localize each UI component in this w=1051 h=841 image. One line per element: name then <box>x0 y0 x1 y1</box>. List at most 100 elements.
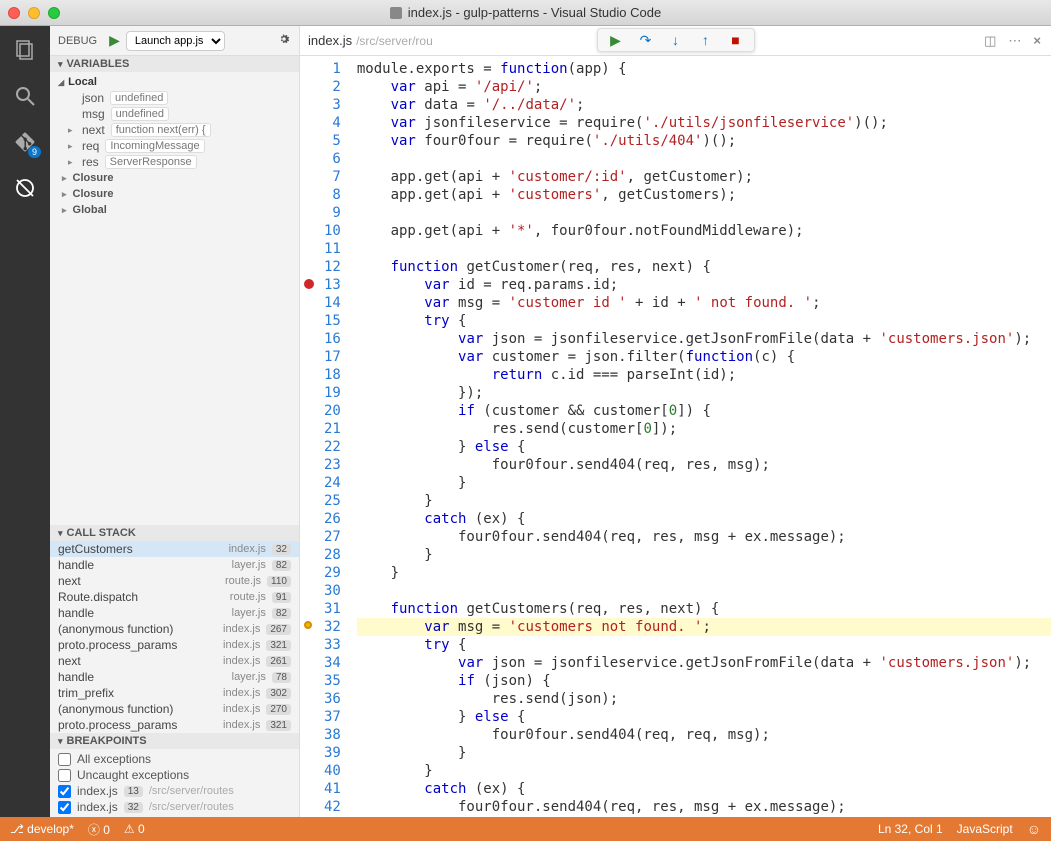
line-number[interactable]: 20 <box>324 402 341 420</box>
code-line[interactable]: function getCustomers(req, res, next) { <box>357 600 1051 618</box>
variable-row[interactable]: msgundefined <box>58 106 299 122</box>
variable-row[interactable]: ▸reqIncomingMessage <box>58 138 299 154</box>
close-window-button[interactable] <box>8 7 20 19</box>
bp-checkbox[interactable] <box>58 785 71 798</box>
callstack-section-header[interactable]: CALL STACK <box>50 525 299 541</box>
code-line[interactable]: var json = jsonfileservice.getJsonFromFi… <box>357 654 1051 672</box>
status-warnings[interactable]: ⚠ 0 <box>124 822 145 836</box>
code-line[interactable]: var msg = 'customer id ' + id + ' not fo… <box>357 294 1051 312</box>
git-icon[interactable]: 9 <box>11 128 39 156</box>
line-number[interactable]: 16 <box>324 330 341 348</box>
code-editor[interactable]: 1234567891011121314151617181920212223242… <box>300 56 1051 817</box>
code-line[interactable] <box>357 204 1051 222</box>
split-editor-icon[interactable]: ◫ <box>984 33 996 49</box>
callstack-frame[interactable]: trim_prefixindex.js302 <box>50 685 299 701</box>
code-line[interactable]: var customer = json.filter(function(c) { <box>357 348 1051 366</box>
variable-row[interactable]: ▸resServerResponse <box>58 154 299 170</box>
language-mode[interactable]: JavaScript <box>957 822 1013 836</box>
code-line[interactable]: res.send(json); <box>357 690 1051 708</box>
line-number[interactable]: 35 <box>324 672 341 690</box>
line-number[interactable]: 33 <box>324 636 341 654</box>
line-number[interactable]: 14 <box>324 294 341 312</box>
line-number[interactable]: 21 <box>324 420 341 438</box>
code-line[interactable]: var msg = 'customers not found. '; <box>357 618 1051 636</box>
debug-icon[interactable] <box>11 174 39 202</box>
code-line[interactable]: four0four.send404(req, res, msg); <box>357 456 1051 474</box>
editor-tab-name[interactable]: index.js <box>308 33 352 48</box>
zoom-window-button[interactable] <box>48 7 60 19</box>
code-line[interactable]: four0four.send404(req, res, msg + ex.mes… <box>357 528 1051 546</box>
callstack-frame[interactable]: getCustomersindex.js32 <box>50 541 299 557</box>
line-number[interactable]: 40 <box>324 762 341 780</box>
callstack-frame[interactable]: (anonymous function)index.js270 <box>50 701 299 717</box>
callstack-frame[interactable]: handlelayer.js82 <box>50 605 299 621</box>
line-number[interactable]: 23 <box>324 456 341 474</box>
line-number[interactable]: 11 <box>324 240 341 258</box>
line-number[interactable]: 15 <box>324 312 341 330</box>
line-number[interactable]: 6 <box>324 150 341 168</box>
code-line[interactable]: module.exports = function(app) { <box>357 60 1051 78</box>
line-number[interactable]: 42 <box>324 798 341 816</box>
line-number[interactable]: 1 <box>324 60 341 78</box>
line-number[interactable]: 18 <box>324 366 341 384</box>
scope-group[interactable]: Global <box>58 202 299 218</box>
code-line[interactable] <box>357 150 1051 168</box>
local-scope[interactable]: Local <box>58 74 299 90</box>
code-line[interactable]: var json = jsonfileservice.getJsonFromFi… <box>357 330 1051 348</box>
bp-uncaught-checkbox[interactable] <box>58 769 71 782</box>
line-number[interactable]: 27 <box>324 528 341 546</box>
code-line[interactable]: try { <box>357 636 1051 654</box>
code-line[interactable]: var jsonfileservice = require('./utils/j… <box>357 114 1051 132</box>
stop-button[interactable]: ■ <box>728 32 744 48</box>
code-line[interactable]: return c.id === parseInt(id); <box>357 366 1051 384</box>
code-line[interactable] <box>357 582 1051 600</box>
breakpoint-glyph[interactable] <box>304 279 314 289</box>
search-icon[interactable] <box>11 82 39 110</box>
line-number[interactable]: 19 <box>324 384 341 402</box>
code-line[interactable]: app.get(api + 'customer/:id', getCustome… <box>357 168 1051 186</box>
line-number[interactable]: 37 <box>324 708 341 726</box>
code-line[interactable]: if (customer && customer[0]) { <box>357 402 1051 420</box>
code-line[interactable]: res.send(customer[0]); <box>357 420 1051 438</box>
line-number[interactable]: 10 <box>324 222 341 240</box>
line-number[interactable]: 22 <box>324 438 341 456</box>
bp-uncaught-exceptions[interactable]: Uncaught exceptions <box>58 767 291 783</box>
line-number[interactable]: 5 <box>324 132 341 150</box>
code-line[interactable]: catch (ex) { <box>357 510 1051 528</box>
step-into-button[interactable]: ↓ <box>668 32 684 48</box>
start-debug-button[interactable]: ▶ <box>109 32 120 49</box>
callstack-frame[interactable]: handlelayer.js82 <box>50 557 299 573</box>
continue-button[interactable]: ▶ <box>608 32 624 48</box>
line-number[interactable]: 26 <box>324 510 341 528</box>
code-line[interactable]: } else { <box>357 708 1051 726</box>
variable-row[interactable]: ▸nextfunction next(err) { <box>58 122 299 138</box>
callstack-frame[interactable]: nextindex.js261 <box>50 653 299 669</box>
code-line[interactable]: four0four.send404(req, req, msg); <box>357 726 1051 744</box>
scope-group[interactable]: Closure <box>58 170 299 186</box>
code-line[interactable]: var data = '/../data/'; <box>357 96 1051 114</box>
line-number[interactable]: 9 <box>324 204 341 222</box>
line-number[interactable]: 2 <box>324 78 341 96</box>
line-number[interactable]: 25 <box>324 492 341 510</box>
scope-group[interactable]: Closure <box>58 186 299 202</box>
feedback-icon[interactable]: ☺ <box>1027 821 1041 837</box>
callstack-frame[interactable]: proto.process_paramsindex.js321 <box>50 637 299 653</box>
bp-checkbox[interactable] <box>58 801 71 814</box>
line-number[interactable]: 3 <box>324 96 341 114</box>
code-line[interactable]: var api = '/api/'; <box>357 78 1051 96</box>
code-line[interactable]: app.get(api + 'customers', getCustomers)… <box>357 186 1051 204</box>
git-branch[interactable]: ⎇ develop* <box>10 822 74 836</box>
callstack-frame[interactable]: proto.process_paramsindex.js321 <box>50 717 299 733</box>
line-number[interactable]: 30 <box>324 582 341 600</box>
code-line[interactable]: four0four.send404(req, res, msg + ex.mes… <box>357 798 1051 816</box>
line-number[interactable]: 32 <box>324 618 341 636</box>
code-line[interactable]: } <box>357 744 1051 762</box>
line-number[interactable]: 8 <box>324 186 341 204</box>
code-line[interactable]: catch (ex) { <box>357 780 1051 798</box>
cursor-position[interactable]: Ln 32, Col 1 <box>878 822 943 836</box>
line-number[interactable]: 39 <box>324 744 341 762</box>
bp-all-exceptions[interactable]: All exceptions <box>58 751 291 767</box>
close-editor-icon[interactable]: × <box>1033 33 1041 49</box>
code-line[interactable]: var id = req.params.id; <box>357 276 1051 294</box>
explorer-icon[interactable] <box>11 36 39 64</box>
